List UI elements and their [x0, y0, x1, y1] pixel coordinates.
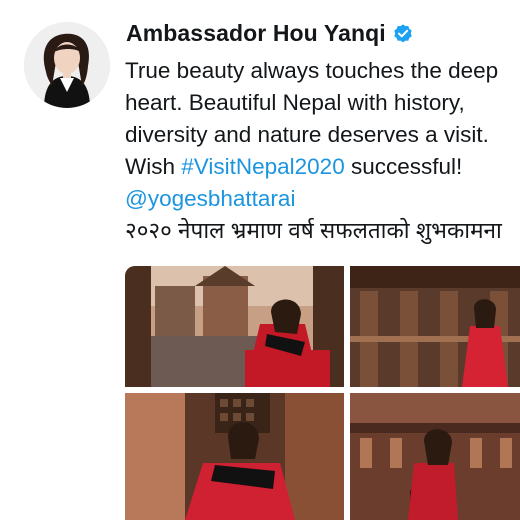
mention-link[interactable]: @yogesbhattarai	[125, 186, 295, 211]
tweet-text-line-nepali: २०२० नेपाल भ्रमाण वर्ष सफलताको शुभकामना	[125, 218, 502, 243]
tweet-text-line-hashtag: Wish #VisitNepal2020 successful!	[125, 151, 520, 183]
photo-4[interactable]	[350, 393, 520, 520]
photo-3[interactable]	[125, 393, 344, 520]
tweet-text-line: heart. Beautiful Nepal with history,	[125, 90, 465, 115]
tweet-text-segment: successful!	[344, 154, 463, 179]
tweet-header: Ambassador Hou Yanqi	[126, 20, 414, 47]
tweet-text-line-mention: @yogesbhattarai	[125, 183, 520, 215]
avatar[interactable]	[24, 22, 110, 108]
photo-2[interactable]	[350, 266, 520, 387]
photo-1[interactable]	[125, 266, 344, 387]
tweet-text: True beauty always touches the deep hear…	[125, 55, 520, 247]
media-grid	[125, 266, 520, 520]
tweet-text-line: True beauty always touches the deep	[125, 58, 499, 83]
display-name[interactable]: Ambassador Hou Yanqi	[126, 20, 386, 47]
tweet: Ambassador Hou Yanqi True beauty always …	[0, 0, 520, 520]
avatar-image	[24, 22, 110, 108]
verified-badge-icon	[392, 23, 414, 45]
tweet-text-segment: Wish	[125, 154, 182, 179]
tweet-text-line: diversity and nature deserves a visit.	[125, 122, 489, 147]
hashtag-link[interactable]: #VisitNepal2020	[181, 154, 344, 179]
